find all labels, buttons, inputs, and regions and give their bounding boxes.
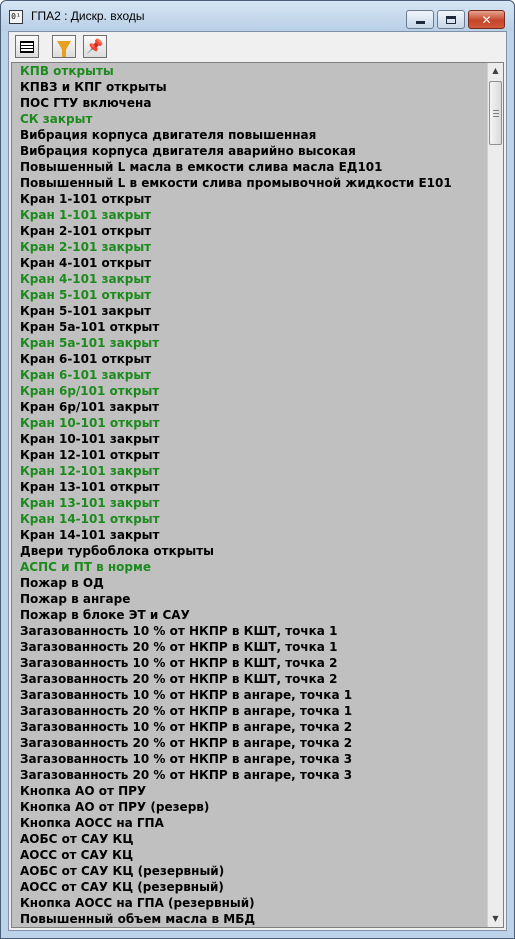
list-item[interactable]: Кран 13-101 закрыт bbox=[20, 495, 489, 511]
pin-button[interactable]: 📌 bbox=[83, 35, 107, 58]
list-item[interactable]: Кран 1-101 открыт bbox=[20, 191, 489, 207]
list-item[interactable]: Двери турбоблока открыты bbox=[20, 543, 489, 559]
app-icon: 0¹ bbox=[9, 10, 23, 24]
list-item[interactable]: Загазованность 10 % от НКПР в КШТ, точка… bbox=[20, 655, 489, 671]
list-item[interactable]: Загазованность 20 % от НКПР в ангаре, то… bbox=[20, 703, 489, 719]
list-item[interactable]: Пожар в ангаре bbox=[20, 591, 489, 607]
list-item[interactable]: Пожар в ОД bbox=[20, 575, 489, 591]
list-items: КПВ открыты КПВЗ и КПГ открыты ПОС ГТУ вкл… bbox=[12, 63, 489, 927]
list-item[interactable]: АОСС от САУ КЦ bbox=[20, 847, 489, 863]
list-item[interactable]: Кран 5-101 закрыт bbox=[20, 303, 489, 319]
list-view-button[interactable] bbox=[15, 35, 39, 58]
list-item[interactable]: Кран 6р/101 открыт bbox=[20, 383, 489, 399]
scroll-down-arrow-icon[interactable]: ▼ bbox=[488, 911, 503, 927]
toolbar: 📌 bbox=[9, 32, 506, 62]
vertical-scrollbar[interactable]: ▲ ▼ bbox=[487, 63, 503, 927]
list-item[interactable]: Кран 4-101 открыт bbox=[20, 255, 489, 271]
list-item[interactable]: Кран 10-101 открыт bbox=[20, 415, 489, 431]
list-item[interactable]: Загазованность 10 % от НКПР в КШТ, точка… bbox=[20, 623, 489, 639]
list-item[interactable]: Загазованность 10 % от НКПР в ангаре, то… bbox=[20, 687, 489, 703]
list-item[interactable]: Кран 6-101 открыт bbox=[20, 351, 489, 367]
list-item[interactable]: АОСС от САУ КЦ (резервный) bbox=[20, 879, 489, 895]
list-item[interactable]: СК закрыт bbox=[20, 111, 489, 127]
list-item[interactable]: Кран 14-101 закрыт bbox=[20, 527, 489, 543]
list-item[interactable]: Кнопка АОСС на ГПА bbox=[20, 815, 489, 831]
list-item[interactable]: Кнопка АО от ПРУ (резерв) bbox=[20, 799, 489, 815]
list-item[interactable]: Повышенный L в емкости слива промывочной… bbox=[20, 175, 489, 191]
list-item[interactable]: Загазованность 20 % от НКПР в ангаре, то… bbox=[20, 735, 489, 751]
grip-line bbox=[493, 113, 499, 114]
list-item[interactable]: Кран 6р/101 закрыт bbox=[20, 399, 489, 415]
list-item[interactable]: КПВЗ и КПГ открыты bbox=[20, 79, 489, 95]
list-item[interactable]: АОБС от САУ КЦ (резервный) bbox=[20, 863, 489, 879]
discrete-inputs-window: 0¹ ГПА2 : Дискр. входы ✕ 📌 КПВ открыты КП… bbox=[0, 0, 515, 939]
minimize-icon bbox=[415, 21, 425, 24]
list-item[interactable]: КПВ открыты bbox=[20, 63, 489, 79]
list-item[interactable]: Загазованность 20 % от НКПР в ангаре, то… bbox=[20, 767, 489, 783]
list-item[interactable]: Вибрация корпуса двигателя повышенная bbox=[20, 127, 489, 143]
filter-button[interactable] bbox=[52, 35, 76, 58]
pin-icon: 📌 bbox=[86, 38, 104, 55]
list-item[interactable]: Кнопка АОСС на ГПА (резервный) bbox=[20, 895, 489, 911]
list-item[interactable]: Кран 5а-101 закрыт bbox=[20, 335, 489, 351]
list-item[interactable]: Кран 1-101 закрыт bbox=[20, 207, 489, 223]
list-item[interactable]: Кран 10-101 закрыт bbox=[20, 431, 489, 447]
discrete-inputs-list[interactable]: КПВ открыты КПВЗ и КПГ открыты ПОС ГТУ вкл… bbox=[11, 62, 504, 928]
list-item[interactable]: Загазованность 10 % от НКПР в ангаре, то… bbox=[20, 719, 489, 735]
window-title: ГПА2 : Дискр. входы bbox=[31, 9, 145, 23]
list-item[interactable]: Кран 5-101 открыт bbox=[20, 287, 489, 303]
list-item[interactable]: Повышенный L масла в емкости слива масла… bbox=[20, 159, 489, 175]
list-item[interactable]: Кран 2-101 открыт bbox=[20, 223, 489, 239]
list-item[interactable]: АОБС от САУ КЦ bbox=[20, 831, 489, 847]
list-item[interactable]: Кран 6-101 закрыт bbox=[20, 367, 489, 383]
grip-line bbox=[493, 110, 499, 111]
title-bar[interactable]: 0¹ ГПА2 : Дискр. входы ✕ bbox=[1, 1, 514, 31]
list-item[interactable]: АСПС и ПТ в норме bbox=[20, 559, 489, 575]
list-item[interactable]: Кран 2-101 закрыт bbox=[20, 239, 489, 255]
maximize-button[interactable] bbox=[437, 10, 465, 29]
list-item[interactable]: Кран 14-101 открыт bbox=[20, 511, 489, 527]
list-item[interactable]: Загазованность 20 % от НКПР в КШТ, точка… bbox=[20, 639, 489, 655]
grip-line bbox=[493, 116, 499, 117]
list-item[interactable]: Кран 5а-101 открыт bbox=[20, 319, 489, 335]
list-item[interactable]: Загазованность 10 % от НКПР в ангаре, то… bbox=[20, 751, 489, 767]
close-icon: ✕ bbox=[481, 12, 492, 27]
minimize-button[interactable] bbox=[406, 10, 434, 29]
scrollbar-thumb[interactable] bbox=[489, 81, 502, 145]
list-item[interactable]: Кран 12-101 открыт bbox=[20, 447, 489, 463]
list-item[interactable]: Кран 4-101 закрыт bbox=[20, 271, 489, 287]
list-item[interactable]: Кран 13-101 открыт bbox=[20, 479, 489, 495]
list-item[interactable]: Пожар в блоке ЭТ и САУ bbox=[20, 607, 489, 623]
client-area: 📌 КПВ открыты КПВЗ и КПГ открыты ПОС ГТУ в… bbox=[8, 31, 507, 931]
scroll-up-arrow-icon[interactable]: ▲ bbox=[488, 63, 503, 79]
maximize-icon bbox=[446, 15, 456, 24]
list-view-icon bbox=[20, 40, 34, 53]
list-item[interactable]: Кран 12-101 закрыт bbox=[20, 463, 489, 479]
list-item[interactable]: ПОС ГТУ включена bbox=[20, 95, 489, 111]
list-item[interactable]: Вибрация корпуса двигателя аварийно высо… bbox=[20, 143, 489, 159]
list-item[interactable]: Кнопка АО от ПРУ bbox=[20, 783, 489, 799]
list-item[interactable]: Загазованность 20 % от НКПР в КШТ, точка… bbox=[20, 671, 489, 687]
close-button[interactable]: ✕ bbox=[468, 10, 505, 29]
list-item[interactable]: Повышенный объем масла в МБД bbox=[20, 911, 489, 927]
filter-icon bbox=[57, 40, 71, 57]
